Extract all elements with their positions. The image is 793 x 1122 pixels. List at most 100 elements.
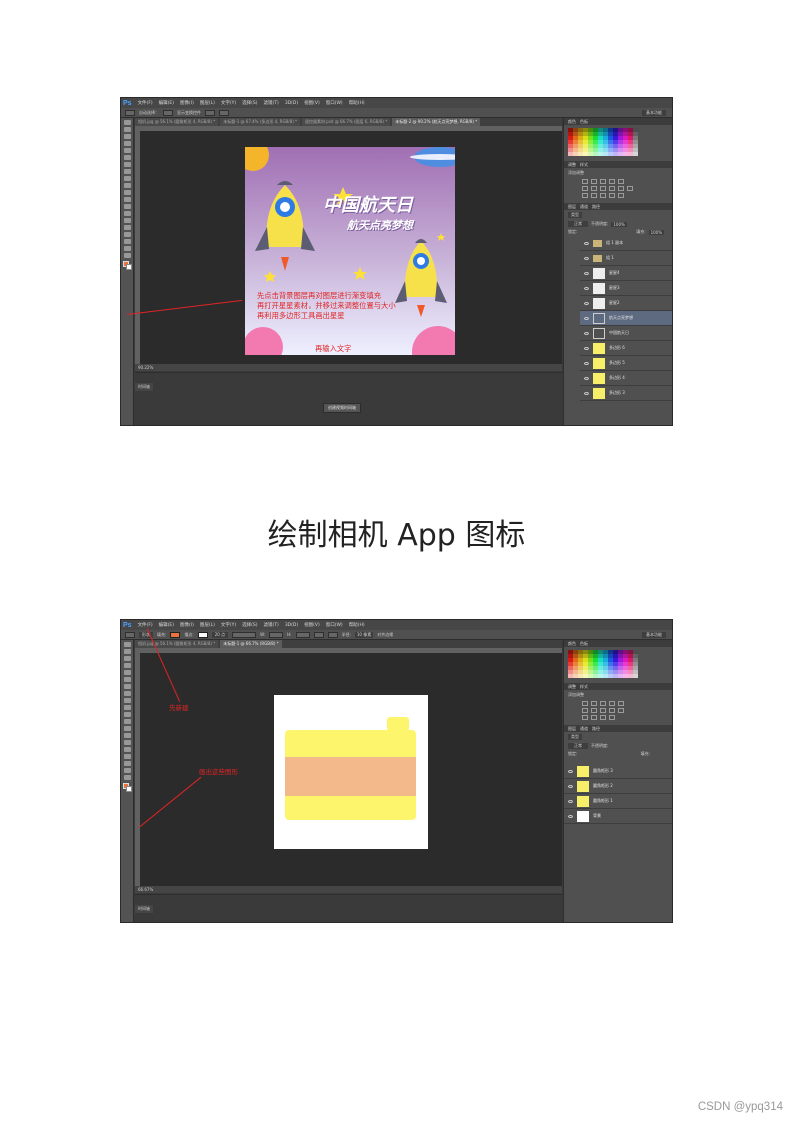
- gradient-map-icon[interactable]: [609, 715, 615, 720]
- type-tool[interactable]: [124, 225, 131, 230]
- menu-file-2[interactable]: 文件(F): [138, 622, 153, 628]
- color-swatch[interactable]: [633, 152, 638, 156]
- path-align-button[interactable]: [327, 631, 338, 638]
- blend-mode-select[interactable]: 正常: [568, 221, 588, 227]
- type-tool-2[interactable]: [124, 747, 131, 752]
- tab-swatches[interactable]: 色板: [580, 119, 588, 125]
- zoom-tool-2[interactable]: [124, 775, 131, 780]
- marquee-tool[interactable]: [124, 127, 131, 132]
- menu-type[interactable]: 文字(Y): [221, 100, 236, 106]
- photo-filter-icon[interactable]: [609, 708, 615, 713]
- eye-icon[interactable]: [584, 361, 589, 365]
- blur-tool-2[interactable]: [124, 726, 131, 731]
- opacity-field[interactable]: 100%: [611, 221, 627, 227]
- selective-color-icon[interactable]: [618, 193, 624, 198]
- pen-tool[interactable]: [124, 218, 131, 223]
- background-color-2[interactable]: [126, 786, 132, 792]
- eye-icon[interactable]: [584, 391, 589, 395]
- eye-icon[interactable]: [584, 301, 589, 305]
- crop-tool[interactable]: [124, 148, 131, 153]
- layer-row[interactable]: 星星3: [580, 281, 672, 296]
- menu-select-2[interactable]: 选择(S): [242, 622, 257, 628]
- menu-layer[interactable]: 图层(L): [200, 100, 215, 106]
- brightness-icon[interactable]: [582, 179, 588, 184]
- curves-icon[interactable]: [600, 701, 606, 706]
- menu-window-2[interactable]: 窗口(W): [326, 622, 343, 628]
- gradient-map-icon[interactable]: [609, 193, 615, 198]
- posterize-icon[interactable]: [591, 715, 597, 720]
- doc-tab-untitled-1-2[interactable]: 未标题-1 @ 66.7% (RGB/8) *: [220, 640, 282, 648]
- dodge-tool[interactable]: [124, 211, 131, 216]
- zoom-level[interactable]: 90.22%: [138, 365, 153, 370]
- eye-icon[interactable]: [584, 331, 589, 335]
- tab-layers-2[interactable]: 图层: [568, 726, 576, 732]
- align-buttons[interactable]: [205, 109, 215, 116]
- distribute-buttons[interactable]: [219, 109, 229, 116]
- menu-filter[interactable]: 滤镜(T): [264, 100, 279, 106]
- eye-icon[interactable]: [568, 769, 573, 773]
- auto-select-label[interactable]: 自动选择：: [139, 110, 159, 116]
- vibrance-icon[interactable]: [618, 179, 624, 184]
- eye-icon[interactable]: [568, 799, 573, 803]
- menu-3d[interactable]: 3D(D): [285, 101, 298, 106]
- tab-layers[interactable]: 图层: [568, 204, 576, 210]
- color-swatch[interactable]: [633, 674, 638, 678]
- eye-icon[interactable]: [584, 256, 589, 260]
- move-tool[interactable]: [124, 120, 131, 125]
- layer-row[interactable]: 组 1 副本: [580, 236, 672, 251]
- stroke-swatch[interactable]: [197, 631, 208, 638]
- menu-help-2[interactable]: 帮助(H): [349, 622, 365, 628]
- tab-color[interactable]: 颜色: [568, 119, 576, 125]
- eye-icon[interactable]: [584, 286, 589, 290]
- color-balance-icon[interactable]: [591, 186, 597, 191]
- blur-tool[interactable]: [124, 204, 131, 209]
- zoom-level-2[interactable]: 66.67%: [138, 887, 153, 892]
- eyedropper-tool-2[interactable]: [124, 677, 131, 682]
- photo-filter-icon[interactable]: [609, 186, 615, 191]
- layer-row[interactable]: 组 1: [580, 251, 672, 266]
- menu-3d-2[interactable]: 3D(D): [285, 623, 298, 628]
- tab-channels-2[interactable]: 通道: [580, 726, 588, 732]
- tab-styles-2[interactable]: 样式: [580, 684, 588, 690]
- tab-channels[interactable]: 通道: [580, 204, 588, 210]
- healing-tool-2[interactable]: [124, 684, 131, 689]
- zoom-tool[interactable]: [124, 253, 131, 258]
- lasso-tool[interactable]: [124, 134, 131, 139]
- menu-image[interactable]: 图像(I): [180, 100, 194, 106]
- invert-icon[interactable]: [582, 715, 588, 720]
- fill-field[interactable]: 100%: [648, 229, 664, 235]
- history-brush-tool-2[interactable]: [124, 705, 131, 710]
- levels-icon[interactable]: [591, 179, 597, 184]
- brush-tool[interactable]: [124, 169, 131, 174]
- eye-icon[interactable]: [584, 376, 589, 380]
- menu-view[interactable]: 视图(V): [304, 100, 320, 106]
- blend-mode-select-2[interactable]: 正常: [568, 743, 588, 749]
- stroke-type-select[interactable]: [232, 631, 257, 638]
- brightness-icon[interactable]: [582, 701, 588, 706]
- quick-select-tool[interactable]: [124, 141, 131, 146]
- exposure-icon[interactable]: [609, 701, 615, 706]
- doc-tab-camera[interactable]: 相机.jpg @ 56.1% (圆角矩形 4, RGB/8) *: [135, 118, 219, 126]
- hue-icon[interactable]: [582, 186, 588, 191]
- layer-kind-filter-2[interactable]: 类型: [568, 734, 582, 740]
- menu-type-2[interactable]: 文字(Y): [221, 622, 236, 628]
- menu-edit[interactable]: 编辑(E): [159, 100, 174, 106]
- shape-tool-2[interactable]: [124, 761, 131, 766]
- layer-row[interactable]: 圆角矩形 3: [564, 764, 672, 779]
- eyedropper-tool[interactable]: [124, 155, 131, 160]
- healing-tool[interactable]: [124, 162, 131, 167]
- shape-tool-preset[interactable]: [125, 631, 135, 638]
- menu-edit-2[interactable]: 编辑(E): [159, 622, 174, 628]
- layer-row[interactable]: 圆角矩形 1: [564, 794, 672, 809]
- radius-field[interactable]: 10 像素: [354, 631, 374, 638]
- layer-row[interactable]: 星星4: [580, 266, 672, 281]
- stamp-tool-2[interactable]: [124, 698, 131, 703]
- align-edges-checkbox[interactable]: 对齐边缘: [377, 632, 393, 638]
- menu-filter-2[interactable]: 滤镜(T): [264, 622, 279, 628]
- path-ops-button[interactable]: [313, 631, 324, 638]
- tab-swatches-2[interactable]: 色板: [580, 641, 588, 647]
- show-transform-checkbox[interactable]: 显示变换控件: [177, 110, 201, 116]
- auto-select-dropdown[interactable]: [163, 109, 173, 116]
- menu-help[interactable]: 帮助(H): [349, 100, 365, 106]
- eraser-tool-2[interactable]: [124, 712, 131, 717]
